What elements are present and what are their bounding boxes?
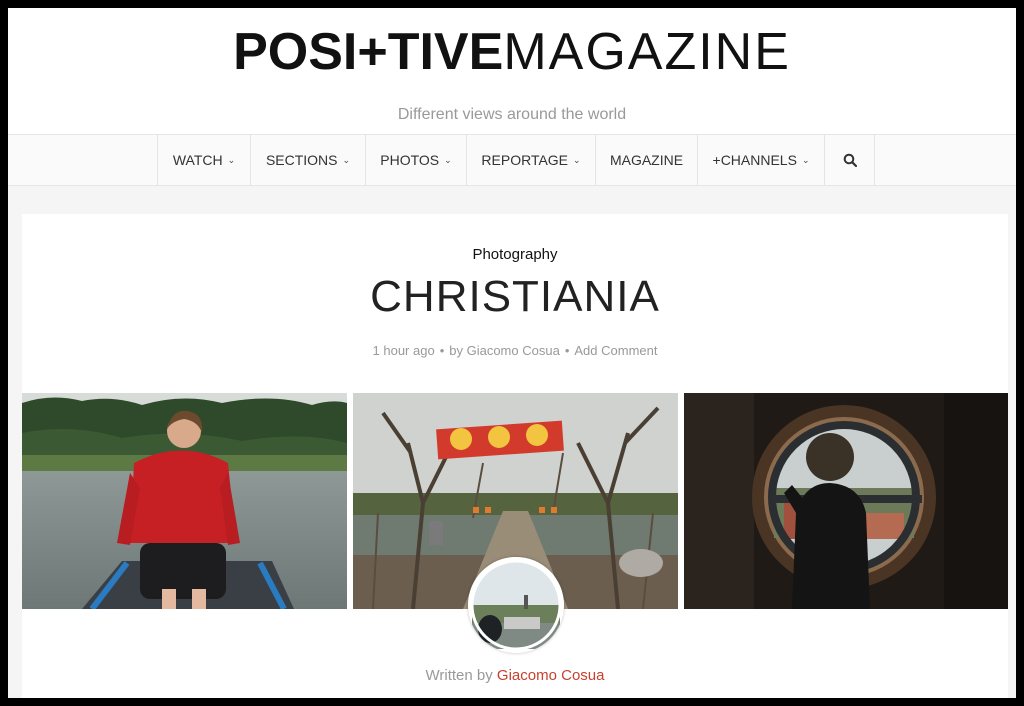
written-by: Written by Giacomo Cosua — [22, 667, 1008, 684]
nav-item-reportage[interactable]: REPORTAGE ⌄ — [467, 135, 596, 185]
nav-item-label: WATCH — [172, 152, 223, 168]
nav-item-magazine[interactable]: MAGAZINE — [596, 135, 698, 185]
meta-separator: • — [439, 343, 445, 358]
article-card: Photography CHRISTIANIA 1 hour ago • by Gi… — [22, 214, 1008, 698]
article-category[interactable]: Photography — [22, 246, 1008, 263]
author-link[interactable]: Giacomo Cosua — [497, 667, 605, 684]
nav-item-label: MAGAZINE — [609, 152, 684, 168]
meta-separator: • — [564, 343, 570, 358]
article-meta: 1 hour ago • by Giacomo Cosua • Add Comment — [22, 343, 1008, 358]
search-icon — [843, 153, 857, 167]
site-logo[interactable]: POSI+TIVE MAGAZINE — [8, 26, 1016, 78]
nav-item-sections[interactable]: SECTIONS ⌄ — [251, 135, 366, 185]
nav-item-label: REPORTAGE — [481, 152, 569, 168]
article-time: 1 hour ago — [372, 343, 435, 358]
chevron-down-icon: ⌄ — [444, 154, 452, 165]
nav-item-label: SECTIONS — [265, 152, 338, 168]
add-comment-link[interactable]: Add Comment — [574, 343, 657, 358]
chevron-down-icon: ⌄ — [573, 154, 581, 165]
nav-item-channels[interactable]: +CHANNELS ⌄ — [698, 135, 825, 185]
site-tagline: Different views around the world — [397, 106, 627, 123]
chevron-down-icon: ⌄ — [227, 154, 236, 165]
nav-menu: WATCH ⌄ SECTIONS ⌄ PHOTOS ⌄ REPORTAGE ⌄ MAGA… — [157, 135, 875, 185]
nav-item-watch[interactable]: WATCH ⌄ — [158, 135, 251, 185]
logo-light-text: MAGAZINE — [503, 23, 791, 81]
article-byline[interactable]: by Giacomo Cosua — [449, 343, 560, 358]
nav-item-label: +CHANNELS — [712, 152, 797, 168]
chevron-down-icon: ⌄ — [801, 154, 810, 165]
masthead: POSI+TIVE MAGAZINE Different views around… — [8, 8, 1016, 134]
nav-item-photos[interactable]: PHOTOS ⌄ — [366, 135, 467, 185]
photo-porthole-child[interactable] — [684, 393, 1008, 609]
author-avatar[interactable] — [468, 557, 564, 653]
main-nav: WATCH ⌄ SECTIONS ⌄ PHOTOS ⌄ REPORTAGE ⌄ MAGA… — [8, 134, 1016, 186]
written-by-label: Written by — [425, 667, 493, 684]
logo-bold-text: POSI+TIVE — [233, 23, 504, 81]
chevron-down-icon: ⌄ — [342, 154, 351, 165]
page-frame: POSI+TIVE MAGAZINE Different views around… — [8, 8, 1016, 698]
article-title: CHRISTIANIA — [370, 272, 660, 321]
nav-item-label: PHOTOS — [380, 152, 440, 168]
photo-woman-boat[interactable] — [22, 393, 347, 609]
search-button[interactable] — [825, 135, 875, 185]
